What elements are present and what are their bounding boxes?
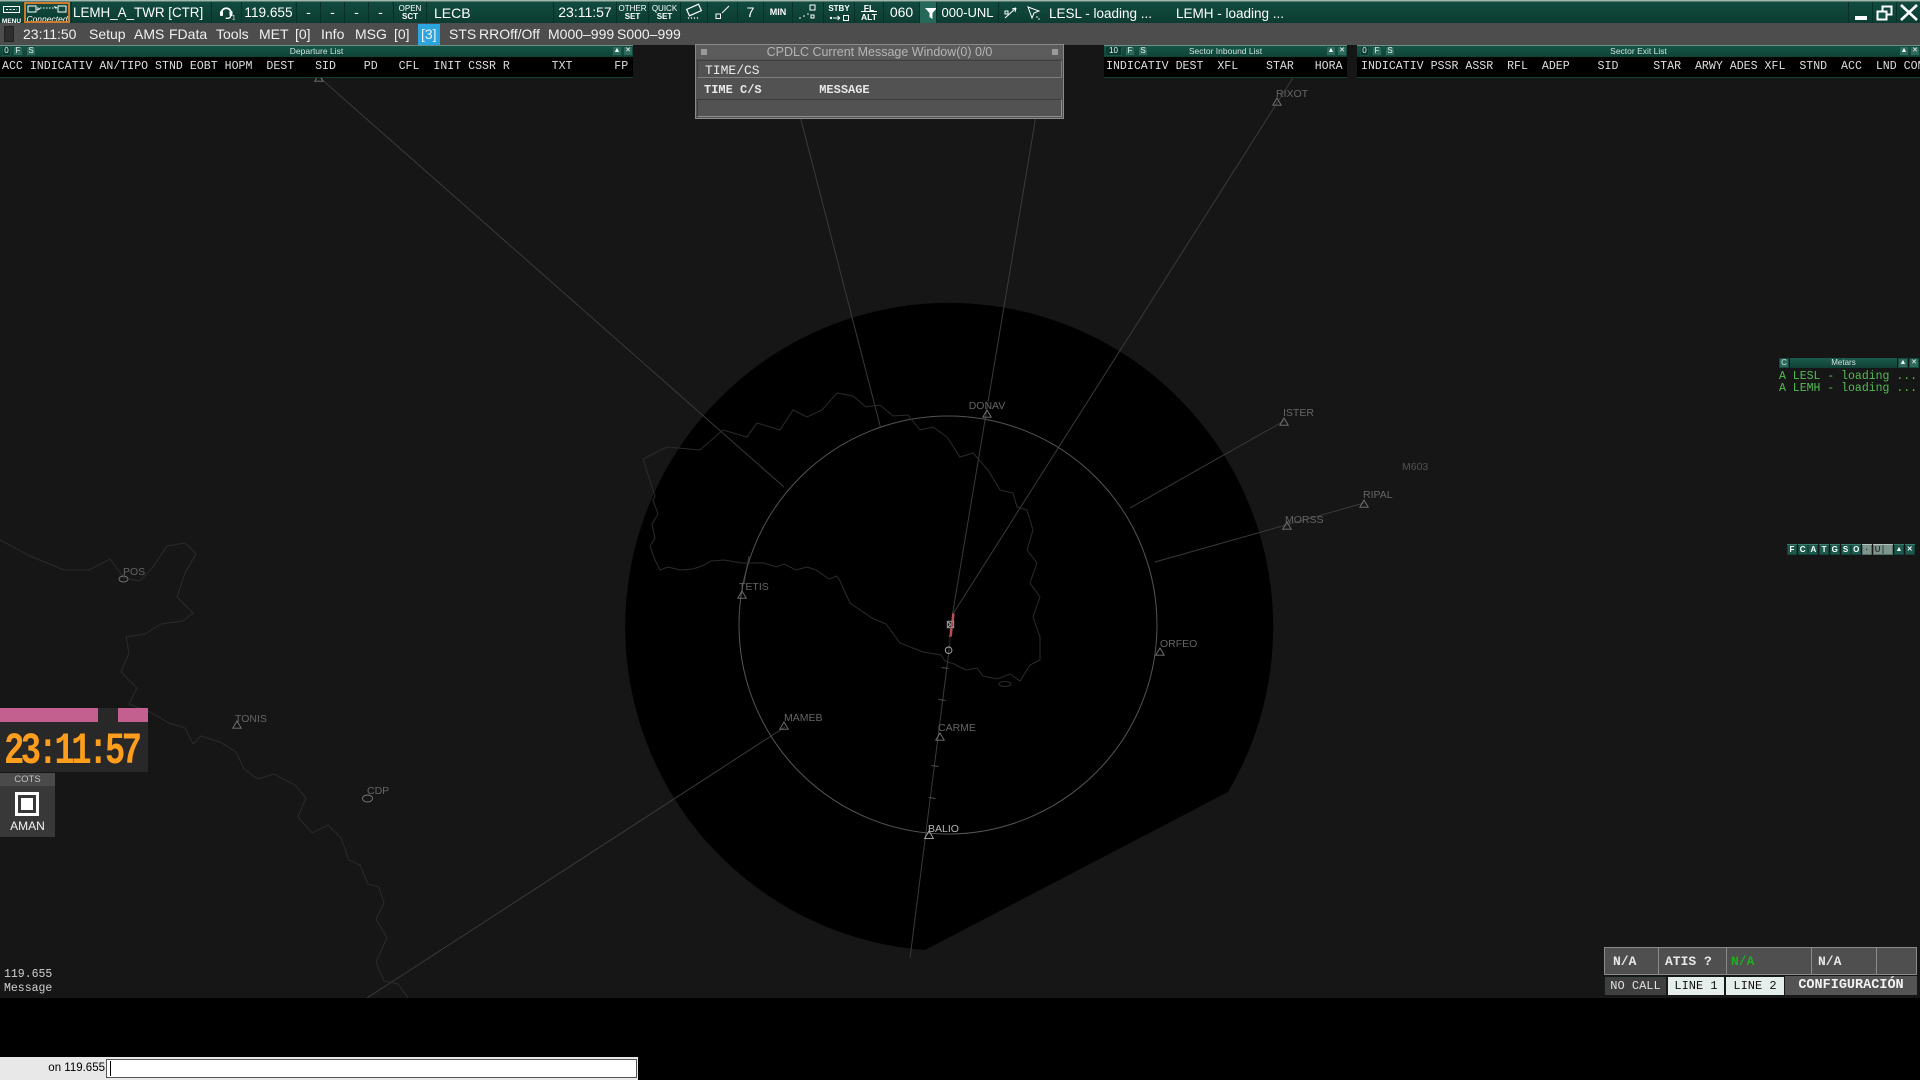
svg-text:ISTER: ISTER (1283, 407, 1314, 419)
svg-text:POS: POS (123, 566, 145, 578)
svg-text:RIXOT: RIXOT (1276, 88, 1309, 100)
svg-text:MAMEB: MAMEB (784, 712, 823, 724)
svg-text:BALIO: BALIO (928, 823, 959, 835)
svg-text:CDP: CDP (367, 785, 389, 797)
svg-text:DONAV: DONAV (969, 400, 1006, 412)
svg-text:TONIS: TONIS (235, 713, 267, 725)
svg-text:CARME: CARME (938, 722, 976, 734)
svg-text:ORFEO: ORFEO (1160, 638, 1197, 650)
svg-text:1: 1 (232, 15, 235, 21)
svg-text:RIPAL: RIPAL (1363, 489, 1393, 501)
svg-text:M603: M603 (1402, 461, 1428, 473)
svg-text:MORSS: MORSS (1285, 514, 1324, 526)
svg-text:TETIS: TETIS (739, 581, 769, 593)
